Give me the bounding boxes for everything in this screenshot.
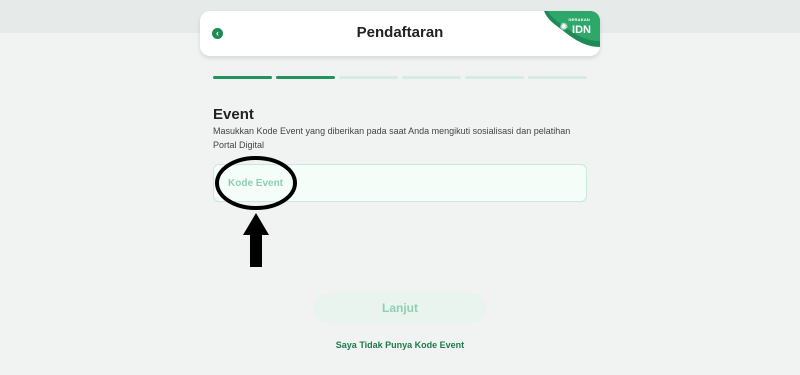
- gerakan-idn-logo: ✺ GERAKAN IDN: [530, 11, 600, 56]
- progress-step-6: [528, 76, 587, 79]
- logo-text: IDN: [572, 24, 591, 36]
- progress-step-1: [213, 76, 272, 79]
- section-title: Event: [213, 106, 254, 123]
- progress-step-5: [465, 76, 524, 79]
- next-button[interactable]: Lanjut: [313, 293, 487, 323]
- progress-step-4: [402, 76, 461, 79]
- annotation-overlay: [215, 156, 297, 267]
- progress-steps: [213, 76, 587, 79]
- sun-icon: ✺: [559, 22, 568, 33]
- header-card: ‹ Pendaftaran ✺ GERAKAN IDN: [200, 11, 600, 56]
- no-event-code-link[interactable]: Saya Tidak Punya Kode Event: [0, 340, 800, 350]
- progress-step-3: [339, 76, 398, 79]
- logo-subtext: GERAKAN: [568, 17, 590, 22]
- progress-step-2: [276, 76, 335, 79]
- annotation-arrow-icon: [243, 213, 269, 267]
- section-description: Masukkan Kode Event yang diberikan pada …: [213, 126, 571, 150]
- annotation-circle: [215, 156, 297, 210]
